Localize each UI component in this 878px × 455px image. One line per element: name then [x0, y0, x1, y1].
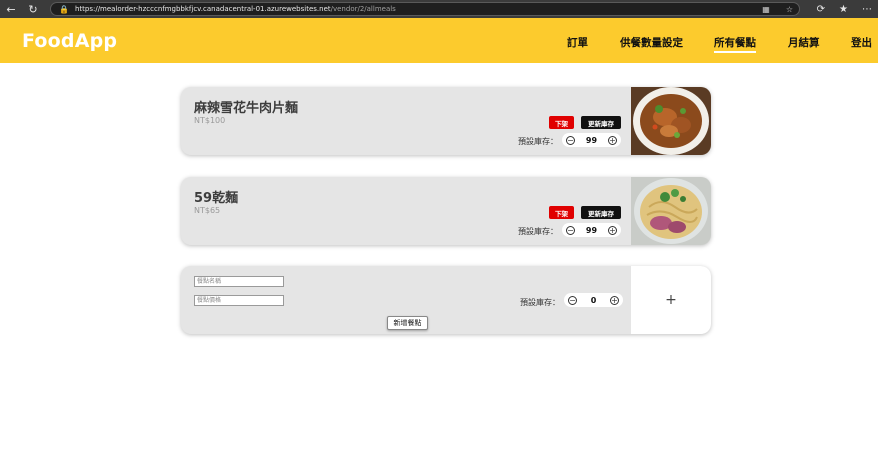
plus-icon[interactable]: + — [607, 135, 617, 145]
stock-value: 99 — [585, 135, 598, 145]
meal-price: NT$65 — [194, 206, 221, 215]
meal-image — [631, 87, 711, 155]
remove-meal-button[interactable]: 下架 — [549, 116, 574, 129]
meal-image — [631, 177, 711, 245]
meal-price: NT$100 — [194, 116, 226, 125]
stock-stepper: − 99 + — [562, 223, 621, 237]
meal-name: 59乾麵 — [194, 191, 239, 206]
lock-icon: 🔒 — [59, 4, 69, 14]
nav-monthly-settlement[interactable]: 月結算 — [788, 35, 820, 50]
minus-icon[interactable]: − — [566, 225, 575, 235]
upload-image-button[interactable]: + — [631, 266, 711, 334]
minus-icon[interactable]: − — [568, 295, 577, 305]
app-logo[interactable]: FoodApp — [22, 30, 117, 52]
plus-icon: + — [665, 292, 677, 308]
meal-card: 麻辣雪花牛肉片麵 NT$100 下架 更新庫存 預設庫存： − 99 + — [181, 87, 711, 155]
nav-all-meals[interactable]: 所有餐點 — [714, 35, 756, 53]
meal-name-input[interactable]: 餐點名稱 — [194, 276, 284, 287]
url-path: /vendor/2/allmeals — [330, 5, 396, 13]
collections-icon[interactable]: ★ — [839, 4, 848, 15]
browser-toolbar: ← ↻ 🔒 https://mealorder-hzcccnfmgbbkfjcv… — [0, 0, 878, 18]
meal-card: 59乾麵 NT$65 下架 更新庫存 預設庫存： − 99 + — [181, 177, 711, 245]
reload-icon[interactable]: ↻ — [24, 0, 42, 18]
stock-value: 0 — [590, 295, 597, 305]
app-header: FoodApp 訂單 供餐數量設定 所有餐點 月結算 登出 — [0, 18, 878, 63]
plus-icon[interactable]: + — [607, 225, 617, 235]
nav-supply-settings[interactable]: 供餐數量設定 — [620, 35, 683, 50]
favorite-star-icon[interactable]: ☆ — [786, 5, 793, 14]
meal-price-input[interactable]: 餐點價格 — [194, 295, 284, 306]
stock-stepper: − 0 + — [564, 293, 623, 307]
add-meal-button[interactable]: 新增餐點 — [387, 316, 428, 330]
url-host: https://mealorder-hzcccnfmgbbkfjcv.canad… — [74, 5, 331, 13]
minus-icon[interactable]: − — [566, 135, 575, 145]
default-stock-label: 預設庫存： — [520, 298, 560, 307]
address-bar[interactable]: 🔒 https://mealorder-hzcccnfmgbbkfjcv.can… — [50, 2, 800, 16]
more-menu-icon[interactable]: ⋯ — [862, 4, 872, 15]
meal-name: 麻辣雪花牛肉片麵 — [194, 101, 299, 116]
default-stock-label: 預設庫存： — [518, 137, 558, 146]
stock-value: 99 — [585, 225, 598, 235]
update-stock-button[interactable]: 更新庫存 — [581, 116, 621, 129]
new-meal-card: 餐點名稱 餐點價格 新增餐點 預設庫存： − 0 + + — [181, 266, 711, 334]
default-stock-label: 預設庫存： — [518, 227, 558, 236]
extensions-icon[interactable]: ⟳ — [817, 4, 825, 15]
reader-icon[interactable]: ▦ — [762, 5, 770, 14]
nav-logout[interactable]: 登出 — [851, 35, 872, 50]
remove-meal-button[interactable]: 下架 — [549, 206, 574, 219]
stock-stepper: − 99 + — [562, 133, 621, 147]
nav-orders[interactable]: 訂單 — [567, 35, 588, 50]
back-icon[interactable]: ← — [2, 0, 20, 18]
update-stock-button[interactable]: 更新庫存 — [581, 206, 621, 219]
plus-icon[interactable]: + — [609, 295, 619, 305]
